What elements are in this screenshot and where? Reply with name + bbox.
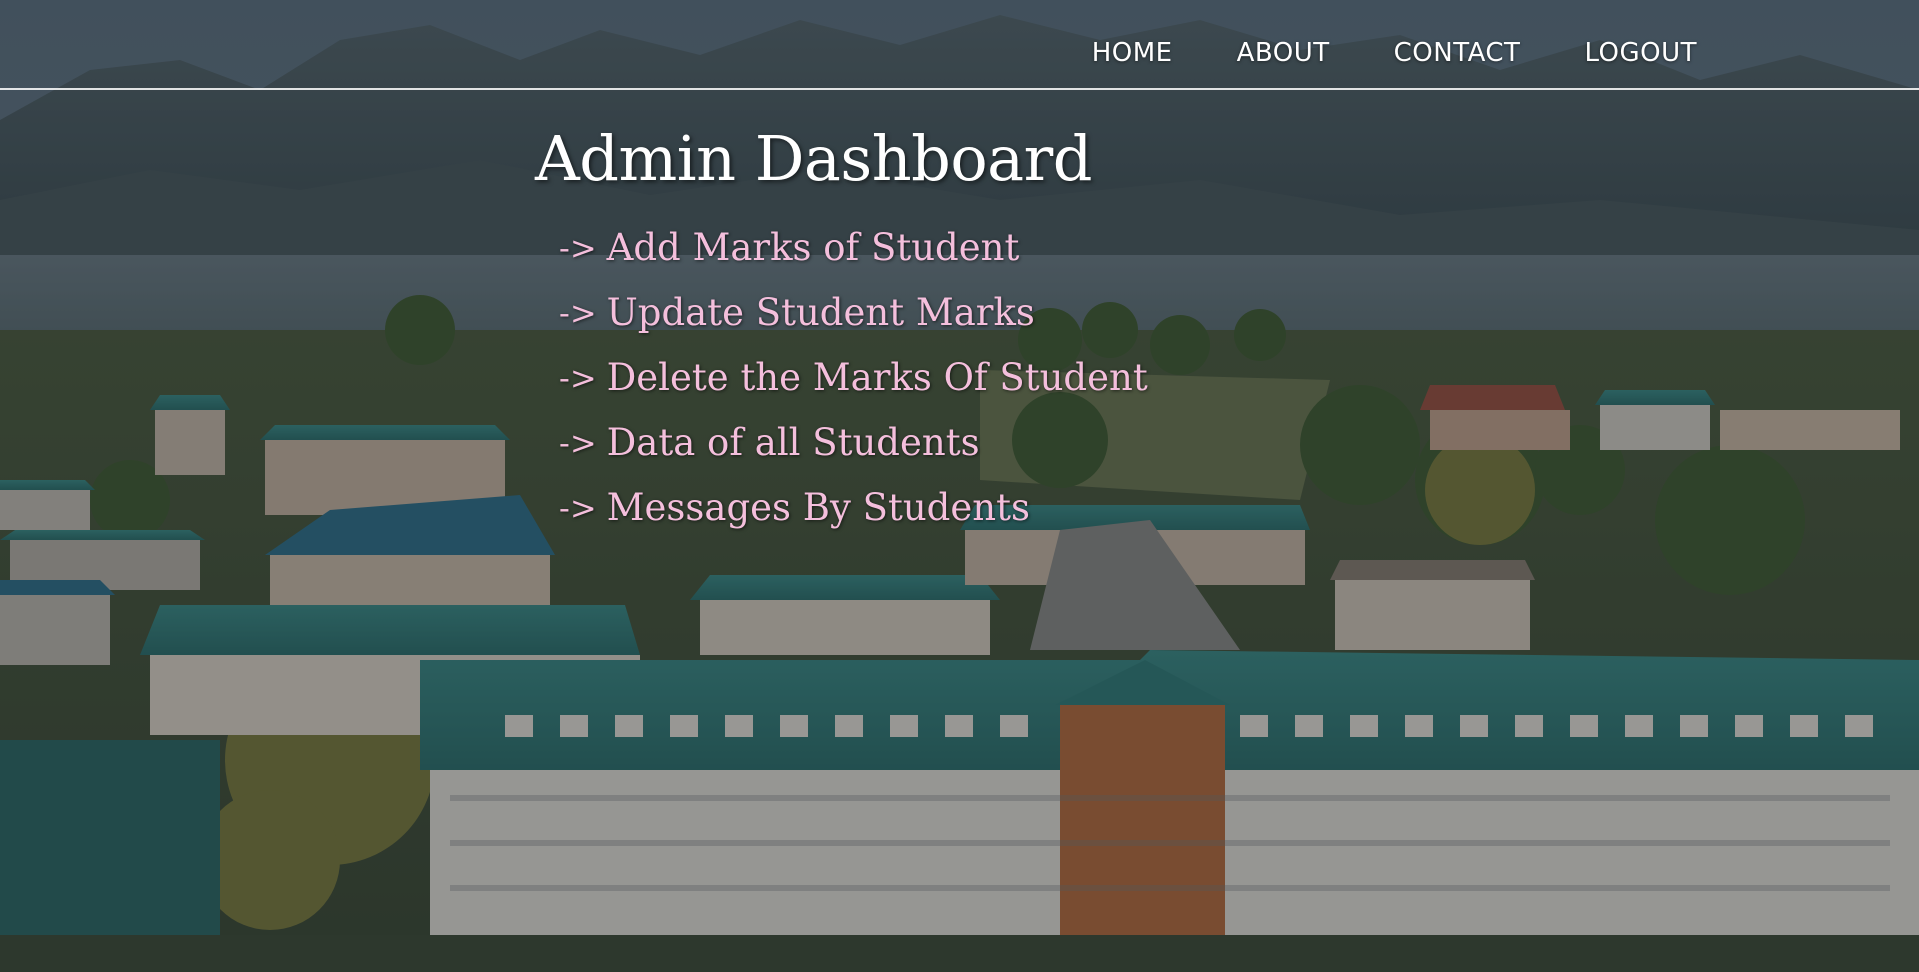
dashboard-panel: Admin Dashboard -> Add Marks of Student … — [535, 122, 1148, 540]
arrow-glyph: -> — [559, 293, 597, 332]
delete-marks-link[interactable]: -> Delete the Marks Of Student — [559, 345, 1148, 410]
delete-marks-label: Delete the Marks Of Student — [606, 356, 1148, 399]
student-messages-label: Messages By Students — [606, 486, 1030, 529]
nav-home-link[interactable]: HOME — [1092, 38, 1173, 68]
nav-links: HOME ABOUT CONTACT LOGOUT — [1092, 38, 1697, 68]
arrow-glyph: -> — [559, 228, 597, 267]
update-marks-link[interactable]: -> Update Student Marks — [559, 280, 1148, 345]
add-marks-label: Add Marks of Student — [606, 226, 1020, 269]
all-students-data-link[interactable]: -> Data of all Students — [559, 410, 1148, 475]
nav-contact-link[interactable]: CONTACT — [1394, 38, 1521, 68]
dashboard-viewport: HOME ABOUT CONTACT LOGOUT Admin Dashboar… — [0, 0, 1919, 972]
nav-logout-link[interactable]: LOGOUT — [1584, 38, 1697, 68]
page-title: Admin Dashboard — [535, 122, 1092, 195]
admin-action-list: -> Add Marks of Student -> Update Studen… — [559, 215, 1148, 540]
arrow-glyph: -> — [559, 358, 597, 397]
add-marks-link[interactable]: -> Add Marks of Student — [559, 215, 1148, 280]
arrow-glyph: -> — [559, 488, 597, 527]
top-navbar: HOME ABOUT CONTACT LOGOUT — [0, 0, 1919, 90]
student-messages-link[interactable]: -> Messages By Students — [559, 475, 1148, 540]
nav-about-link[interactable]: ABOUT — [1237, 38, 1330, 68]
update-marks-label: Update Student Marks — [606, 291, 1035, 334]
all-students-data-label: Data of all Students — [606, 421, 980, 464]
arrow-glyph: -> — [559, 423, 597, 462]
